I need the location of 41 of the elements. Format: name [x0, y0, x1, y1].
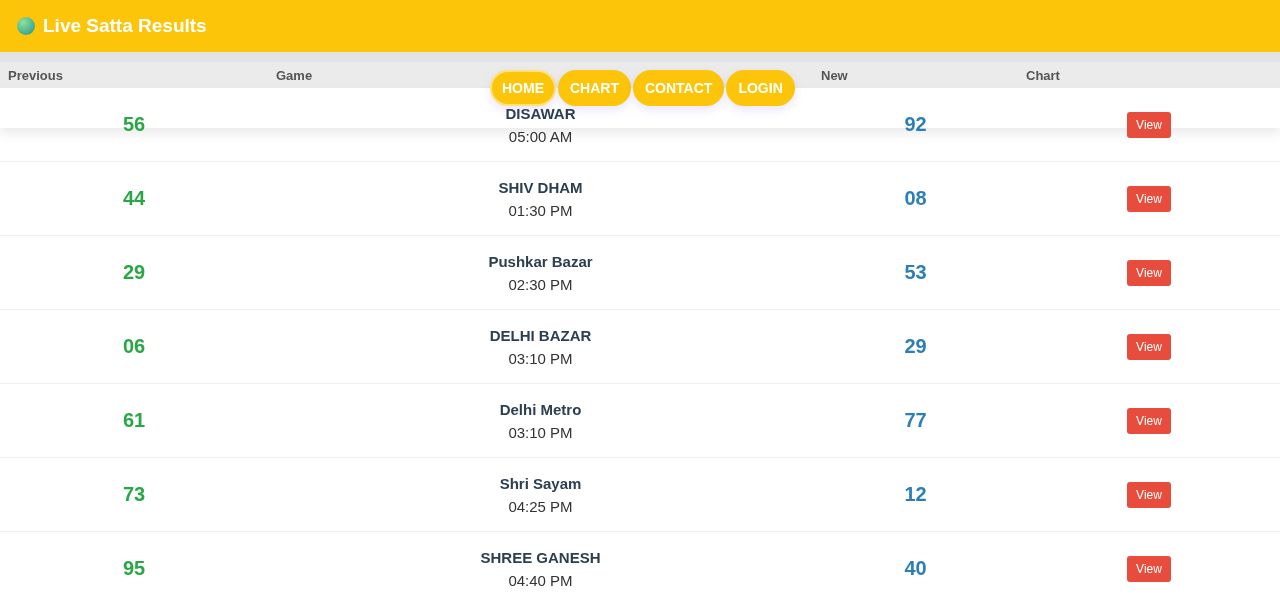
- view-button[interactable]: View: [1127, 481, 1171, 508]
- game-time: 05:00 AM: [508, 127, 573, 145]
- game-time: 03:10 PM: [508, 349, 573, 367]
- new-number: 53: [904, 261, 927, 284]
- previous-number: 61: [122, 409, 146, 432]
- game-name: SHREE GANESH: [480, 548, 601, 566]
- new-number: 77: [904, 409, 927, 432]
- game-time: 03:10 PM: [508, 423, 573, 441]
- previous-number: 95: [122, 557, 146, 580]
- game-name: DISAWAR: [505, 104, 576, 122]
- view-button[interactable]: View: [1127, 555, 1171, 582]
- view-button[interactable]: View: [1127, 259, 1171, 286]
- previous-number: 44: [122, 187, 146, 210]
- new-number: 08: [904, 187, 927, 210]
- game-time: 04:25 PM: [508, 497, 573, 515]
- previous-number: 73: [122, 483, 146, 506]
- new-number: 92: [904, 113, 927, 136]
- previous-number: 56: [122, 113, 146, 136]
- view-button[interactable]: View: [1127, 333, 1171, 360]
- column-header: New: [820, 67, 849, 83]
- new-number: 29: [904, 335, 927, 358]
- globe-icon: [17, 17, 35, 35]
- column-header: Chart: [1025, 67, 1061, 83]
- previous-number: 06: [122, 335, 146, 358]
- view-button[interactable]: View: [1127, 407, 1171, 434]
- site-title: Live Satta Results: [43, 15, 207, 37]
- game-name: DELHI BAZAR: [489, 326, 592, 344]
- game-name: Shri Sayam: [499, 474, 582, 492]
- game-time: 02:30 PM: [508, 275, 573, 293]
- game-name: Delhi Metro: [499, 400, 582, 418]
- view-button[interactable]: View: [1127, 185, 1171, 212]
- game-name: SHIV DHAM: [498, 178, 583, 196]
- previous-number: 29: [122, 261, 146, 284]
- view-button[interactable]: View: [1127, 111, 1171, 138]
- column-header: Previous: [7, 67, 64, 83]
- new-number: 12: [904, 483, 927, 506]
- game-name: Pushkar Bazar: [488, 252, 593, 270]
- game-time: 01:30 PM: [508, 201, 573, 219]
- game-time: 04:40 PM: [508, 571, 573, 589]
- column-header: Game: [275, 67, 314, 83]
- new-number: 40: [904, 557, 927, 580]
